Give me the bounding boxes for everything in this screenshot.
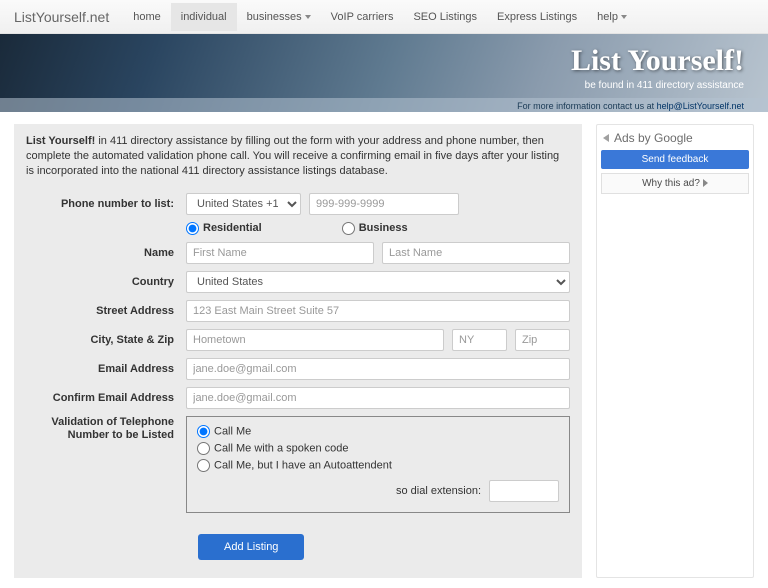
validation-label: Validation of Telephone Number to be Lis… — [26, 416, 186, 442]
zip-input[interactable] — [515, 329, 570, 351]
csz-label: City, State & Zip — [26, 334, 186, 346]
confirm-email-input[interactable] — [186, 387, 570, 409]
hero-title: List Yourself! — [571, 44, 744, 78]
street-input[interactable] — [186, 300, 570, 322]
state-input[interactable] — [452, 329, 507, 351]
contact-email[interactable]: help@ListYourself.net — [657, 101, 744, 111]
country-code-select[interactable]: United States +1 — [186, 193, 301, 215]
nav-voip[interactable]: VoIP carriers — [321, 3, 404, 31]
listing-form: List Yourself! in 411 directory assistan… — [14, 124, 582, 578]
phone-label: Phone number to list: — [26, 198, 186, 210]
back-arrow-icon[interactable] — [603, 134, 609, 142]
app-window: ListYourself.net home individual busines… — [0, 0, 768, 588]
add-listing-button[interactable]: Add Listing — [198, 534, 304, 560]
page-body: List Yourself! in 411 directory assistan… — [0, 112, 768, 588]
type-business-radio[interactable]: Business — [342, 222, 408, 235]
ads-header: Ads by Google — [601, 129, 749, 150]
play-icon — [703, 179, 708, 187]
nav-businesses[interactable]: businesses — [237, 3, 321, 31]
first-name-input[interactable] — [186, 242, 374, 264]
nav-home[interactable]: home — [123, 3, 171, 31]
validation-options: Call Me Call Me with a spoken code Call … — [186, 416, 570, 513]
email-input[interactable] — [186, 358, 570, 380]
send-feedback-button[interactable]: Send feedback — [601, 150, 749, 169]
chevron-down-icon — [621, 15, 627, 19]
nav-express[interactable]: Express Listings — [487, 3, 587, 31]
confirm-email-label: Confirm Email Address — [26, 392, 186, 404]
country-select[interactable]: United States — [186, 271, 570, 293]
hero-subtitle: be found in 411 directory assistance — [585, 80, 744, 91]
why-this-ad-button[interactable]: Why this ad? — [601, 173, 749, 194]
extension-input[interactable] — [489, 480, 559, 502]
type-residential-radio[interactable]: Residential — [186, 222, 262, 235]
phone-input[interactable] — [309, 193, 459, 215]
ads-sidebar: Ads by Google Send feedback Why this ad? — [596, 124, 754, 578]
val-spoken-radio[interactable]: Call Me with a spoken code — [197, 440, 559, 457]
country-label: Country — [26, 276, 186, 288]
brand[interactable]: ListYourself.net — [14, 9, 109, 25]
name-label: Name — [26, 247, 186, 259]
city-input[interactable] — [186, 329, 444, 351]
chevron-down-icon — [305, 15, 311, 19]
nav-seo[interactable]: SEO Listings — [403, 3, 487, 31]
hero-banner: List Yourself! be found in 411 directory… — [0, 34, 768, 112]
intro-text: List Yourself! in 411 directory assistan… — [26, 134, 570, 179]
nav-individual[interactable]: individual — [171, 3, 237, 31]
nav-help[interactable]: help — [587, 3, 637, 31]
navbar: ListYourself.net home individual busines… — [0, 0, 768, 34]
hero-contact: For more information contact us at help@… — [517, 101, 744, 111]
street-label: Street Address — [26, 305, 186, 317]
email-label: Email Address — [26, 363, 186, 375]
extension-label: so dial extension: — [396, 485, 481, 497]
val-autoattendant-radio[interactable]: Call Me, but I have an Autoattendent — [197, 457, 559, 474]
last-name-input[interactable] — [382, 242, 570, 264]
val-callme-radio[interactable]: Call Me — [197, 423, 559, 440]
